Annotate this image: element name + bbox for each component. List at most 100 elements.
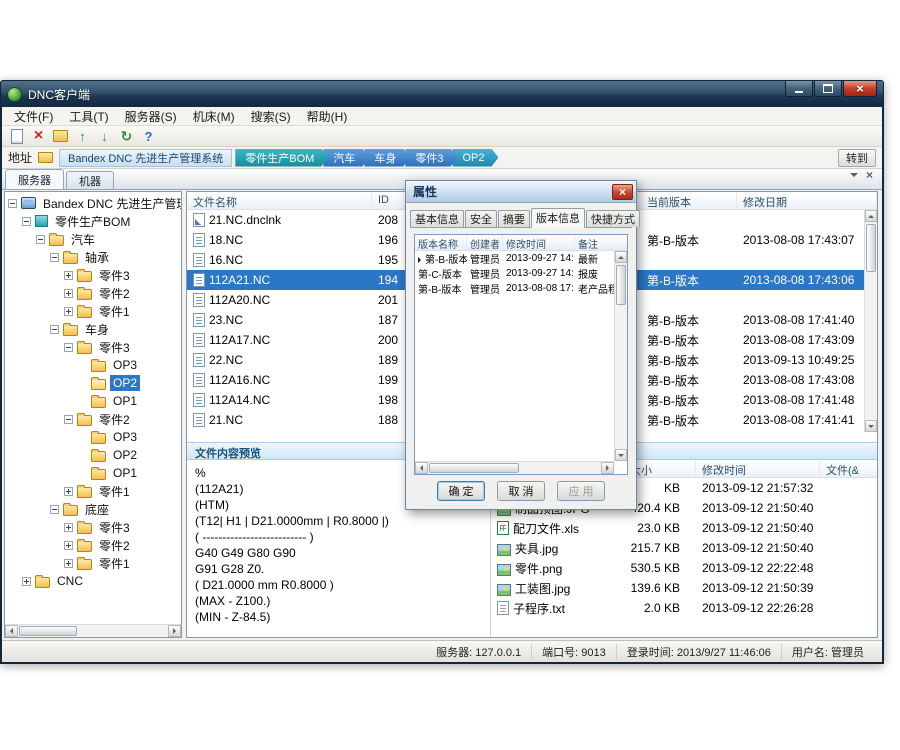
expand-icon[interactable] — [64, 307, 73, 316]
column-header-filename[interactable]: 文件名称 — [187, 192, 372, 209]
expand-icon[interactable] — [64, 541, 73, 550]
menu-item[interactable]: 搜索(S) — [243, 107, 299, 126]
new-file-icon[interactable] — [7, 127, 26, 145]
tree-item[interactable]: 零件1 — [5, 554, 181, 572]
tree-item[interactable]: 零件2 — [5, 284, 181, 302]
dialog-title-bar[interactable]: 属性 — [406, 181, 636, 203]
column-header-modified-time[interactable]: 修改时间 — [696, 460, 820, 477]
tree-item[interactable]: OP3 — [5, 428, 181, 446]
title-bar[interactable]: DNC客户端 — [1, 81, 883, 107]
tree-item[interactable]: 零件3 — [5, 518, 181, 536]
open-folder-icon[interactable] — [51, 127, 70, 145]
collapse-icon[interactable] — [50, 505, 59, 514]
scroll-thumb[interactable] — [19, 626, 77, 636]
breadcrumb-segment[interactable]: 汽车 — [323, 149, 369, 167]
file-list-scrollbar[interactable] — [864, 210, 877, 432]
scroll-left-icon[interactable] — [5, 625, 18, 637]
tree-item[interactable]: 零件3 — [5, 266, 181, 284]
menu-item[interactable]: 帮助(H) — [299, 107, 356, 126]
tree-item[interactable]: OP3 — [5, 356, 181, 374]
expand-icon[interactable] — [64, 559, 73, 568]
attachment-row[interactable]: 夹具.jpg215.7 KB2013-09-12 21:50:40 — [491, 538, 877, 558]
menu-item[interactable]: 文件(F) — [6, 107, 61, 126]
scroll-up-icon[interactable] — [615, 251, 627, 263]
dialog-tab[interactable]: 基本信息 — [410, 210, 464, 227]
attachment-row[interactable]: 零件.png530.5 KB2013-09-12 22:22:48 — [491, 558, 877, 578]
tree-item[interactable]: OP2 — [5, 374, 181, 392]
expand-icon[interactable] — [64, 487, 73, 496]
attachment-row[interactable]: 子程序.txt2.0 KB2013-09-12 22:26:28 — [491, 598, 877, 618]
tree-item[interactable]: CNC — [5, 572, 181, 590]
expand-icon[interactable] — [22, 577, 31, 586]
scroll-thumb[interactable] — [866, 224, 876, 272]
dialog-tab[interactable]: 版本信息 — [531, 208, 585, 228]
tree-item[interactable]: 零件3 — [5, 338, 181, 356]
tree-item[interactable]: 零件2 — [5, 536, 181, 554]
apply-button[interactable]: 应 用 — [557, 481, 605, 501]
column-header-modify-time[interactable]: 修改时间 — [503, 235, 575, 250]
tab-active[interactable]: 服务器 — [5, 169, 64, 189]
column-header-file[interactable]: 文件(& — [820, 460, 877, 477]
column-header-note[interactable]: 备注 — [575, 235, 627, 250]
tree-item[interactable]: 轴承 — [5, 248, 181, 266]
maximize-button[interactable] — [814, 81, 842, 97]
chevron-down-icon[interactable] — [850, 173, 858, 181]
menu-item[interactable]: 机床(M) — [185, 107, 243, 126]
collapse-icon[interactable] — [50, 253, 59, 262]
scroll-down-icon[interactable] — [865, 420, 877, 432]
expand-icon[interactable] — [64, 289, 73, 298]
tree-horizontal-scrollbar[interactable] — [5, 624, 181, 637]
collapse-icon[interactable] — [8, 199, 17, 208]
collapse-icon[interactable] — [64, 415, 73, 424]
tab-inactive[interactable]: 机器 — [66, 171, 114, 189]
help-icon[interactable] — [139, 127, 158, 145]
expand-icon[interactable] — [64, 523, 73, 532]
collapse-icon[interactable] — [22, 217, 31, 226]
dialog-tab[interactable]: 快捷方式 — [586, 210, 640, 227]
tree-item[interactable]: 零件1 — [5, 302, 181, 320]
dialog-vertical-scrollbar[interactable] — [614, 251, 627, 461]
download-icon[interactable] — [95, 127, 114, 145]
breadcrumb-segment[interactable]: OP2 — [452, 149, 498, 167]
column-header-creator[interactable]: 创建者 — [467, 235, 503, 250]
scroll-left-icon[interactable] — [415, 462, 428, 474]
collapse-icon[interactable] — [64, 343, 73, 352]
ok-button[interactable]: 确 定 — [437, 481, 485, 501]
breadcrumb-segment[interactable]: 零件3 — [405, 149, 457, 167]
dialog-close-button[interactable] — [612, 184, 633, 200]
collapse-icon[interactable] — [36, 235, 45, 244]
tree-item[interactable]: 底座 — [5, 500, 181, 518]
expand-icon[interactable] — [64, 271, 73, 280]
menu-item[interactable]: 工具(T) — [61, 107, 116, 126]
version-row[interactable]: 第-C-版本管理员2013-09-27 14:报废 — [415, 266, 627, 281]
tree-item[interactable]: 零件1 — [5, 482, 181, 500]
tree-item[interactable]: 汽车 — [5, 230, 181, 248]
collapse-icon[interactable] — [50, 325, 59, 334]
tree-item[interactable]: OP2 — [5, 446, 181, 464]
cancel-button[interactable]: 取 消 — [497, 481, 545, 501]
scroll-right-icon[interactable] — [601, 462, 614, 474]
breadcrumb-segment[interactable]: Bandex DNC 先进生产管理系统 — [59, 149, 232, 167]
attachment-row[interactable]: 工装图.jpg139.6 KB2013-09-12 21:50:39 — [491, 578, 877, 598]
version-row[interactable]: 第-B-版本管理员2013-09-27 14:最新 — [415, 251, 627, 266]
delete-icon[interactable] — [29, 127, 48, 145]
minimize-button[interactable] — [785, 81, 813, 97]
tree-item[interactable]: 零件2 — [5, 410, 181, 428]
tree-item[interactable]: Bandex DNC 先进生产管理系统 — [5, 194, 181, 212]
go-button[interactable]: 转到 — [838, 149, 876, 167]
breadcrumb-segment[interactable]: 零件生产BOM — [235, 149, 328, 167]
version-row[interactable]: 第-B-版本管理员2013-08-08 17:老产品程序 — [415, 281, 627, 296]
dialog-tab[interactable]: 安全 — [465, 210, 497, 227]
scroll-right-icon[interactable] — [168, 625, 181, 637]
column-header-date[interactable]: 修改日期 — [737, 192, 877, 209]
scroll-thumb[interactable] — [616, 265, 626, 305]
close-button[interactable] — [843, 81, 877, 97]
dialog-horizontal-scrollbar[interactable] — [415, 461, 614, 474]
column-header-version-name[interactable]: 版本名称 — [415, 235, 467, 250]
scroll-up-icon[interactable] — [865, 210, 877, 222]
tree-item[interactable]: OP1 — [5, 464, 181, 482]
attachment-row[interactable]: 配刀文件.xls23.0 KB2013-09-12 21:50:40 — [491, 518, 877, 538]
breadcrumb-segment[interactable]: 车身 — [364, 149, 410, 167]
close-pane-icon[interactable] — [866, 166, 873, 184]
menu-item[interactable]: 服务器(S) — [117, 107, 185, 126]
